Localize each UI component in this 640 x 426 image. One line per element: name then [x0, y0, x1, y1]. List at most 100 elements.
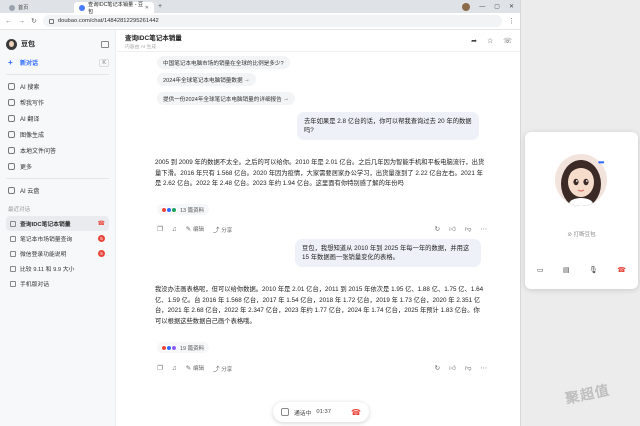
- tab-bar: 首页 查询IDC笔记本销量 - 豆包 ✕ + — ▢ ✕: [0, 0, 520, 15]
- history-label: 比较 9.11 和 9.9 大小: [20, 267, 75, 273]
- sidebar-item-label: AI 翻译: [20, 117, 40, 123]
- collapse-sidebar-icon[interactable]: [101, 40, 109, 48]
- dislike-icon[interactable]: 👎︎: [465, 364, 472, 372]
- browser-menu-icon[interactable]: ⋮: [508, 17, 515, 25]
- back-icon[interactable]: ←: [5, 18, 12, 25]
- hang-up-icon[interactable]: ☎: [351, 408, 361, 417]
- sidebar-item-writing[interactable]: 帮我写作: [6, 95, 109, 110]
- chat-icon: [10, 280, 16, 287]
- call-icon[interactable]: ☏: [503, 37, 512, 45]
- image-icon: [8, 131, 15, 138]
- copy-icon[interactable]: ❐: [157, 225, 163, 233]
- sidebar-item-more[interactable]: 更多: [6, 159, 109, 174]
- call-controls: ▭ ▤ 🎙︎ ☎: [537, 266, 626, 274]
- references-button[interactable]: 19 篇资料: [157, 342, 210, 353]
- history-item[interactable]: 微信登录功能说明 5: [6, 246, 109, 261]
- sidebar-item-label: AI 云盘: [20, 189, 40, 195]
- sidebar-item-ai-search[interactable]: AI 搜索: [6, 79, 109, 94]
- suggestion-text: 提供一份2024年全球笔记本电脑销量的详细报告: [163, 96, 282, 103]
- share-label: 分享: [221, 367, 233, 373]
- doubao-logo: [6, 38, 17, 50]
- maximize-icon[interactable]: ▢: [494, 3, 500, 10]
- tab-home[interactable]: 首页: [4, 2, 74, 13]
- profile-avatar[interactable]: [462, 2, 471, 11]
- suggestion-text: 中国笔记本电脑市场的销量在全球的比例是多少?: [163, 60, 284, 67]
- share-button[interactable]: ⤴ 分享: [213, 224, 232, 234]
- reload-icon[interactable]: ↻: [31, 17, 37, 25]
- interrupt-button[interactable]: ⊘ 打断豆包: [525, 230, 638, 238]
- pen-icon: [8, 99, 15, 106]
- share-icon[interactable]: ➦: [471, 37, 477, 45]
- screen-icon[interactable]: ▭: [537, 266, 544, 274]
- divider: [6, 178, 109, 179]
- translate-icon: [8, 115, 15, 122]
- search-icon: [8, 83, 15, 90]
- user-message: 豆包，我想知道从 2010 年到 2025 年每一年的数据，并用这 15 年数据…: [295, 239, 481, 267]
- microphone-icon[interactable]: 🎙︎: [589, 266, 598, 274]
- tab-chat[interactable]: 查询IDC笔记本销量 - 豆包 ✕: [74, 2, 154, 15]
- window-controls: — ▢ ✕: [462, 2, 520, 11]
- share-button[interactable]: ⤴ 分享: [213, 363, 232, 373]
- suggestion-chip[interactable]: 2024年全球笔记本电脑销量数据 →: [157, 73, 256, 86]
- address-bar: ← → ↻ doubao.com/chat/14842812295261442 …: [0, 13, 520, 30]
- close-window-icon[interactable]: ✕: [509, 3, 514, 10]
- history-item[interactable]: 比较 9.11 和 9.9 大小: [6, 261, 109, 276]
- chat-main: 查询IDC笔记本销量 内容由 AI 生成 ➦ ☆ ☏ 中国笔记本电脑市场的销量在…: [117, 30, 520, 426]
- history-item[interactable]: 手机版对话: [6, 276, 109, 291]
- history-label: 笔记本市场销量查询: [20, 237, 73, 243]
- cloud-icon: [8, 187, 15, 194]
- unread-badge: 5: [98, 235, 105, 242]
- doubao-tab-icon: [79, 4, 85, 11]
- regenerate-icon[interactable]: ↻: [435, 225, 440, 233]
- edit-label: 编辑: [192, 227, 204, 233]
- like-icon[interactable]: 👍︎: [449, 225, 456, 233]
- sidebar-item-cloud[interactable]: AI 云盘: [6, 183, 109, 198]
- message-actions: ❐ ♫ ✎ 编辑 ⤴ 分享 ↻ 👍︎ 👎︎ ⋯: [157, 363, 488, 374]
- source-icons: [161, 206, 177, 213]
- arrow-icon: →: [281, 95, 289, 102]
- new-chat-label: 新对话: [20, 61, 39, 67]
- end-call-icon[interactable]: ☎: [617, 266, 626, 274]
- history-label: 查询IDC笔记本销量: [20, 222, 71, 228]
- more-options-icon[interactable]: ⋯: [481, 364, 488, 372]
- message-actions: ❐ ♫ ✎ 编辑 ⤴ 分享 ↻ 👍︎ 👎︎ ⋯: [157, 224, 488, 235]
- lock-icon: [48, 18, 54, 24]
- subtitle-icon[interactable]: ▤: [563, 266, 570, 274]
- regenerate-icon[interactable]: ↻: [435, 364, 440, 372]
- history-label: 手机版对话: [20, 282, 49, 288]
- unread-badge: 5: [98, 250, 105, 257]
- chat-icon: [10, 265, 16, 272]
- copy-icon[interactable]: ❐: [157, 364, 163, 372]
- home-tab-icon: [9, 4, 15, 11]
- edit-button[interactable]: ✎ 编辑: [186, 364, 204, 372]
- more-options-icon[interactable]: ⋯: [481, 225, 488, 233]
- sidebar-item-image[interactable]: 图像生成: [6, 127, 109, 142]
- call-status: 通话中: [294, 410, 312, 417]
- suggestion-chip[interactable]: 中国笔记本电脑市场的销量在全球的比例是多少?: [157, 56, 290, 69]
- like-icon[interactable]: 👍︎: [449, 364, 456, 372]
- new-chat-button[interactable]: + 新对话 K: [6, 55, 109, 70]
- url-text: doubao.com/chat/14842812295261442: [57, 18, 159, 24]
- minimize-icon[interactable]: —: [479, 4, 485, 10]
- references-button[interactable]: 13 篇资料: [157, 204, 210, 215]
- reread-icon[interactable]: ♫: [172, 365, 177, 372]
- tab-label: 首页: [18, 5, 29, 11]
- url-field[interactable]: doubao.com/chat/14842812295261442: [42, 15, 502, 27]
- app-title: 豆包: [21, 41, 35, 48]
- call-window-icon[interactable]: [281, 408, 289, 416]
- references-count: 13 篇资料: [180, 207, 205, 214]
- suggestion-chip[interactable]: 提供一份2024年全球笔记本电脑销量的详细报告 →: [157, 92, 295, 105]
- edit-label: 编辑: [192, 366, 204, 372]
- history-item[interactable]: 查询IDC笔记本销量 ☎: [6, 216, 109, 231]
- sidebar-item-file-qa[interactable]: 本地文件问答: [6, 143, 109, 158]
- sidebar-item-translate[interactable]: AI 翻译: [6, 111, 109, 126]
- new-tab-icon[interactable]: +: [158, 3, 162, 10]
- edit-button[interactable]: ✎ 编辑: [186, 225, 204, 233]
- reread-icon[interactable]: ♫: [172, 226, 177, 233]
- history-item[interactable]: 笔记本市场销量查询 5: [6, 231, 109, 246]
- close-tab-icon[interactable]: ✕: [145, 5, 149, 11]
- sidebar-item-label: 帮我写作: [20, 101, 45, 107]
- star-icon[interactable]: ☆: [487, 37, 493, 45]
- dislike-icon[interactable]: 👎︎: [465, 225, 472, 233]
- forward-icon[interactable]: →: [18, 18, 25, 25]
